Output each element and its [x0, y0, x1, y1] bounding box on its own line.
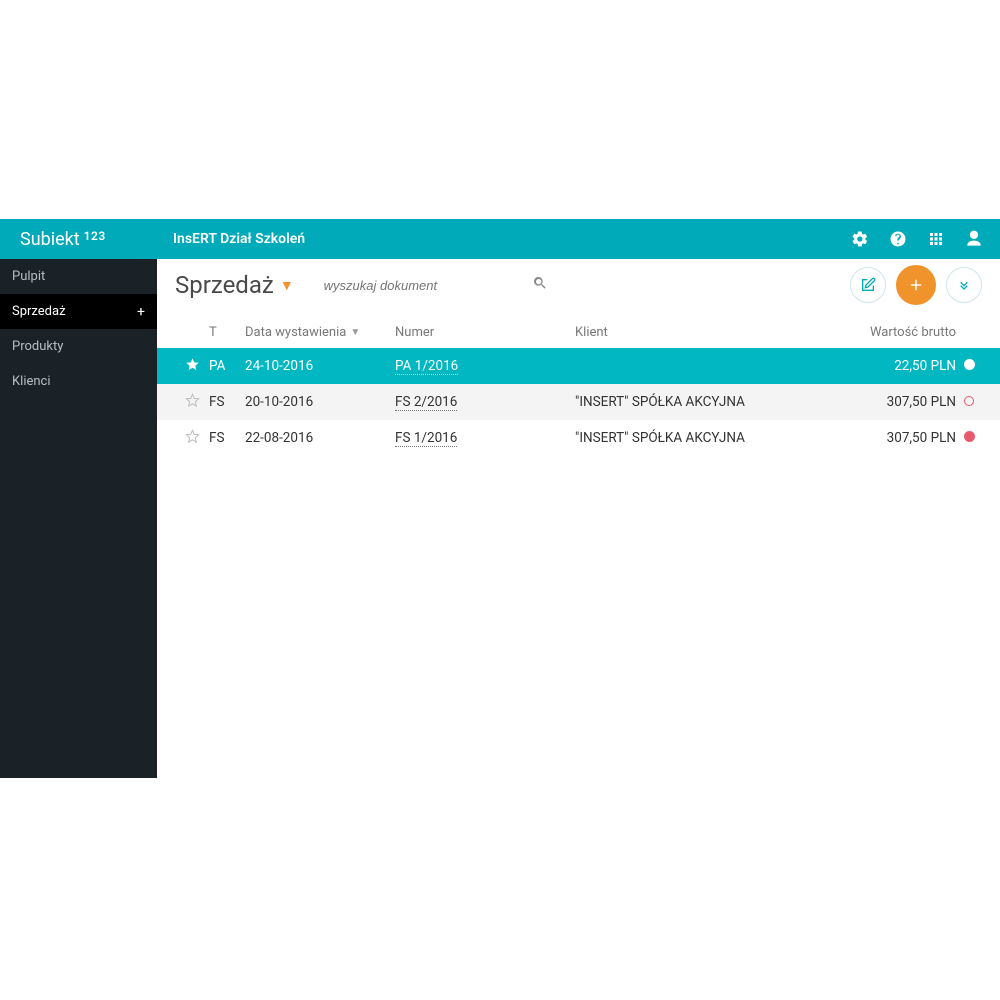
main-content: Sprzedaż ▼	[157, 259, 1000, 778]
col-date[interactable]: Data wystawienia ▼	[245, 325, 395, 340]
cell-amount: 307,50 PLN	[826, 430, 956, 446]
cell-status	[956, 430, 982, 446]
cell-date: 20-10-2016	[245, 394, 395, 410]
table-header: T Data wystawienia ▼ Numer Klient Wartoś…	[157, 317, 1000, 348]
org-name: InsERT Dział Szkoleń	[173, 231, 850, 247]
expand-button[interactable]	[946, 267, 982, 303]
app-window: Subiekt 123 InsERT Dział Szkoleń Pulpit	[0, 219, 1000, 778]
sidebar: Pulpit Sprzedaż + Produkty Klienci	[0, 259, 157, 778]
topbar: Subiekt 123 InsERT Dział Szkoleń	[0, 219, 1000, 259]
col-date-label: Data wystawienia	[245, 325, 346, 340]
user-icon[interactable]	[964, 229, 984, 249]
star-toggle[interactable]	[175, 429, 209, 448]
col-amount[interactable]: Wartość brutto	[826, 325, 956, 340]
apps-icon[interactable]	[926, 229, 946, 249]
table-row[interactable]: FS20-10-2016FS 2/2016 "INSERT" SPÓŁKA AKC…	[157, 384, 1000, 420]
add-button[interactable]	[896, 265, 936, 305]
cell-type: FS	[209, 394, 245, 410]
toolbar: Sprzedaż ▼	[157, 259, 1000, 311]
cell-client: "INSERT" SPÓŁKA AKCYJNA	[575, 394, 826, 410]
sidebar-item-label: Produkty	[12, 339, 63, 354]
documents-table: T Data wystawienia ▼ Numer Klient Wartoś…	[157, 317, 1000, 456]
help-icon[interactable]	[888, 229, 908, 249]
page-title-text: Sprzedaż	[175, 271, 274, 299]
cell-number: FS 2/2016	[395, 394, 575, 410]
document-link[interactable]: PA 1/2016	[395, 358, 458, 375]
search-icon[interactable]	[532, 275, 548, 295]
table-body: PA24-10-2016PA 1/201622,50 PLNFS20-10-20…	[157, 348, 1000, 456]
col-number[interactable]: Numer	[395, 325, 575, 340]
cell-number: FS 1/2016	[395, 430, 575, 446]
cell-type: PA	[209, 358, 245, 374]
cell-date: 22-08-2016	[245, 430, 395, 446]
status-dot-icon	[964, 359, 975, 370]
cell-date: 24-10-2016	[245, 358, 395, 374]
sort-desc-icon: ▼	[350, 327, 360, 338]
topbar-actions	[850, 229, 984, 249]
cell-type: FS	[209, 430, 245, 446]
search-wrap	[324, 274, 840, 297]
sidebar-item-produkty[interactable]: Produkty	[0, 329, 157, 364]
status-dot-icon	[964, 396, 974, 406]
table-row[interactable]: FS22-08-2016FS 1/2016 "INSERT" SPÓŁKA AKC…	[157, 420, 1000, 456]
logo-text: Subiekt	[20, 229, 80, 250]
edit-button[interactable]	[850, 267, 886, 303]
action-buttons	[850, 265, 982, 305]
sidebar-item-label: Sprzedaż	[12, 304, 66, 319]
table-row[interactable]: PA24-10-2016PA 1/2016 22,50 PLN	[157, 348, 1000, 384]
document-link[interactable]: FS 1/2016	[395, 430, 457, 447]
col-type[interactable]: T	[209, 325, 245, 340]
cell-status	[956, 358, 982, 374]
cell-client: "INSERT" SPÓŁKA AKCYJNA	[575, 430, 826, 446]
sidebar-item-pulpit[interactable]: Pulpit	[0, 259, 157, 294]
status-dot-icon	[964, 431, 975, 442]
sidebar-item-label: Pulpit	[12, 269, 45, 284]
body: Pulpit Sprzedaż + Produkty Klienci Sprze…	[0, 259, 1000, 778]
plus-icon[interactable]: +	[137, 304, 145, 320]
app-logo: Subiekt 123	[0, 219, 157, 259]
cell-amount: 22,50 PLN	[826, 358, 956, 374]
sidebar-item-klienci[interactable]: Klienci	[0, 364, 157, 399]
settings-icon[interactable]	[850, 229, 870, 249]
cell-amount: 307,50 PLN	[826, 394, 956, 410]
document-link[interactable]: FS 2/2016	[395, 394, 457, 411]
sidebar-item-label: Klienci	[12, 374, 51, 389]
dropdown-caret-icon: ▼	[280, 277, 294, 294]
search-input[interactable]	[324, 274, 524, 297]
sidebar-item-sprzedaz[interactable]: Sprzedaż +	[0, 294, 157, 329]
star-toggle[interactable]	[175, 393, 209, 412]
col-client[interactable]: Klient	[575, 325, 826, 340]
page-title[interactable]: Sprzedaż ▼	[175, 271, 294, 299]
star-toggle[interactable]	[175, 357, 209, 376]
cell-number: PA 1/2016	[395, 358, 575, 374]
cell-status	[956, 394, 982, 410]
logo-sup: 123	[84, 229, 106, 243]
